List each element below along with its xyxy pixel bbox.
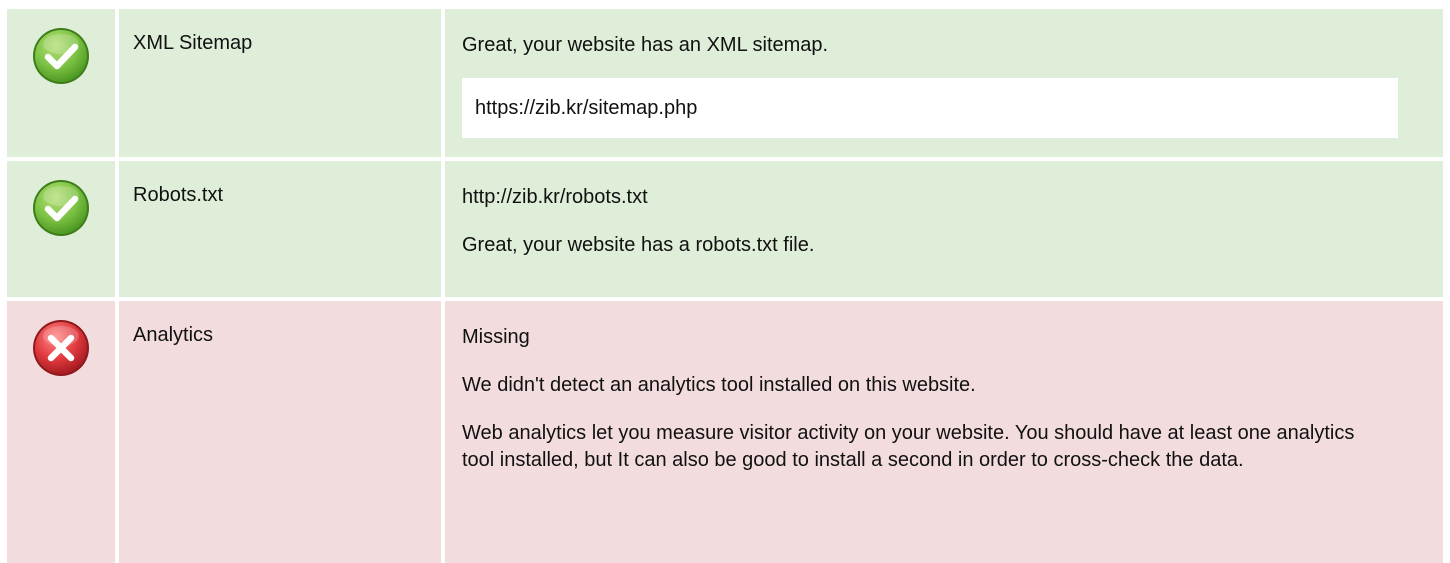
recommendation-text: Web analytics let you measure visitor ac… <box>462 422 1355 471</box>
result-status: Missing <box>462 326 530 348</box>
check-icon <box>31 178 91 238</box>
check-name: XML Sitemap <box>119 9 441 157</box>
error-x-icon <box>31 318 91 378</box>
report-row-robots-txt: Robots.txt http://zib.kr/robots.txt Grea… <box>7 161 1443 297</box>
check-icon <box>31 26 91 86</box>
check-name: Analytics <box>119 301 441 563</box>
status-cell <box>7 9 115 157</box>
check-details: Missing We didn't detect an analytics to… <box>445 301 1443 563</box>
report-row-xml-sitemap: XML Sitemap Great, your website has an X… <box>7 9 1443 157</box>
report-row-analytics: Analytics Missing We didn't detect an an… <box>7 301 1443 563</box>
check-details: Great, your website has an XML sitemap. … <box>445 9 1443 157</box>
result-message: Great, your website has a robots.txt fil… <box>462 234 815 256</box>
seo-report-table: XML Sitemap Great, your website has an X… <box>7 9 1443 563</box>
sitemap-url: https://zib.kr/sitemap.php <box>462 78 1398 138</box>
result-message: We didn't detect an analytics tool insta… <box>462 374 976 396</box>
status-cell <box>7 161 115 297</box>
status-cell <box>7 301 115 563</box>
result-message: Great, your website has an XML sitemap. <box>462 34 829 56</box>
robots-url: http://zib.kr/robots.txt <box>462 186 648 208</box>
check-details: http://zib.kr/robots.txt Great, your web… <box>445 161 1443 297</box>
check-name: Robots.txt <box>119 161 441 297</box>
